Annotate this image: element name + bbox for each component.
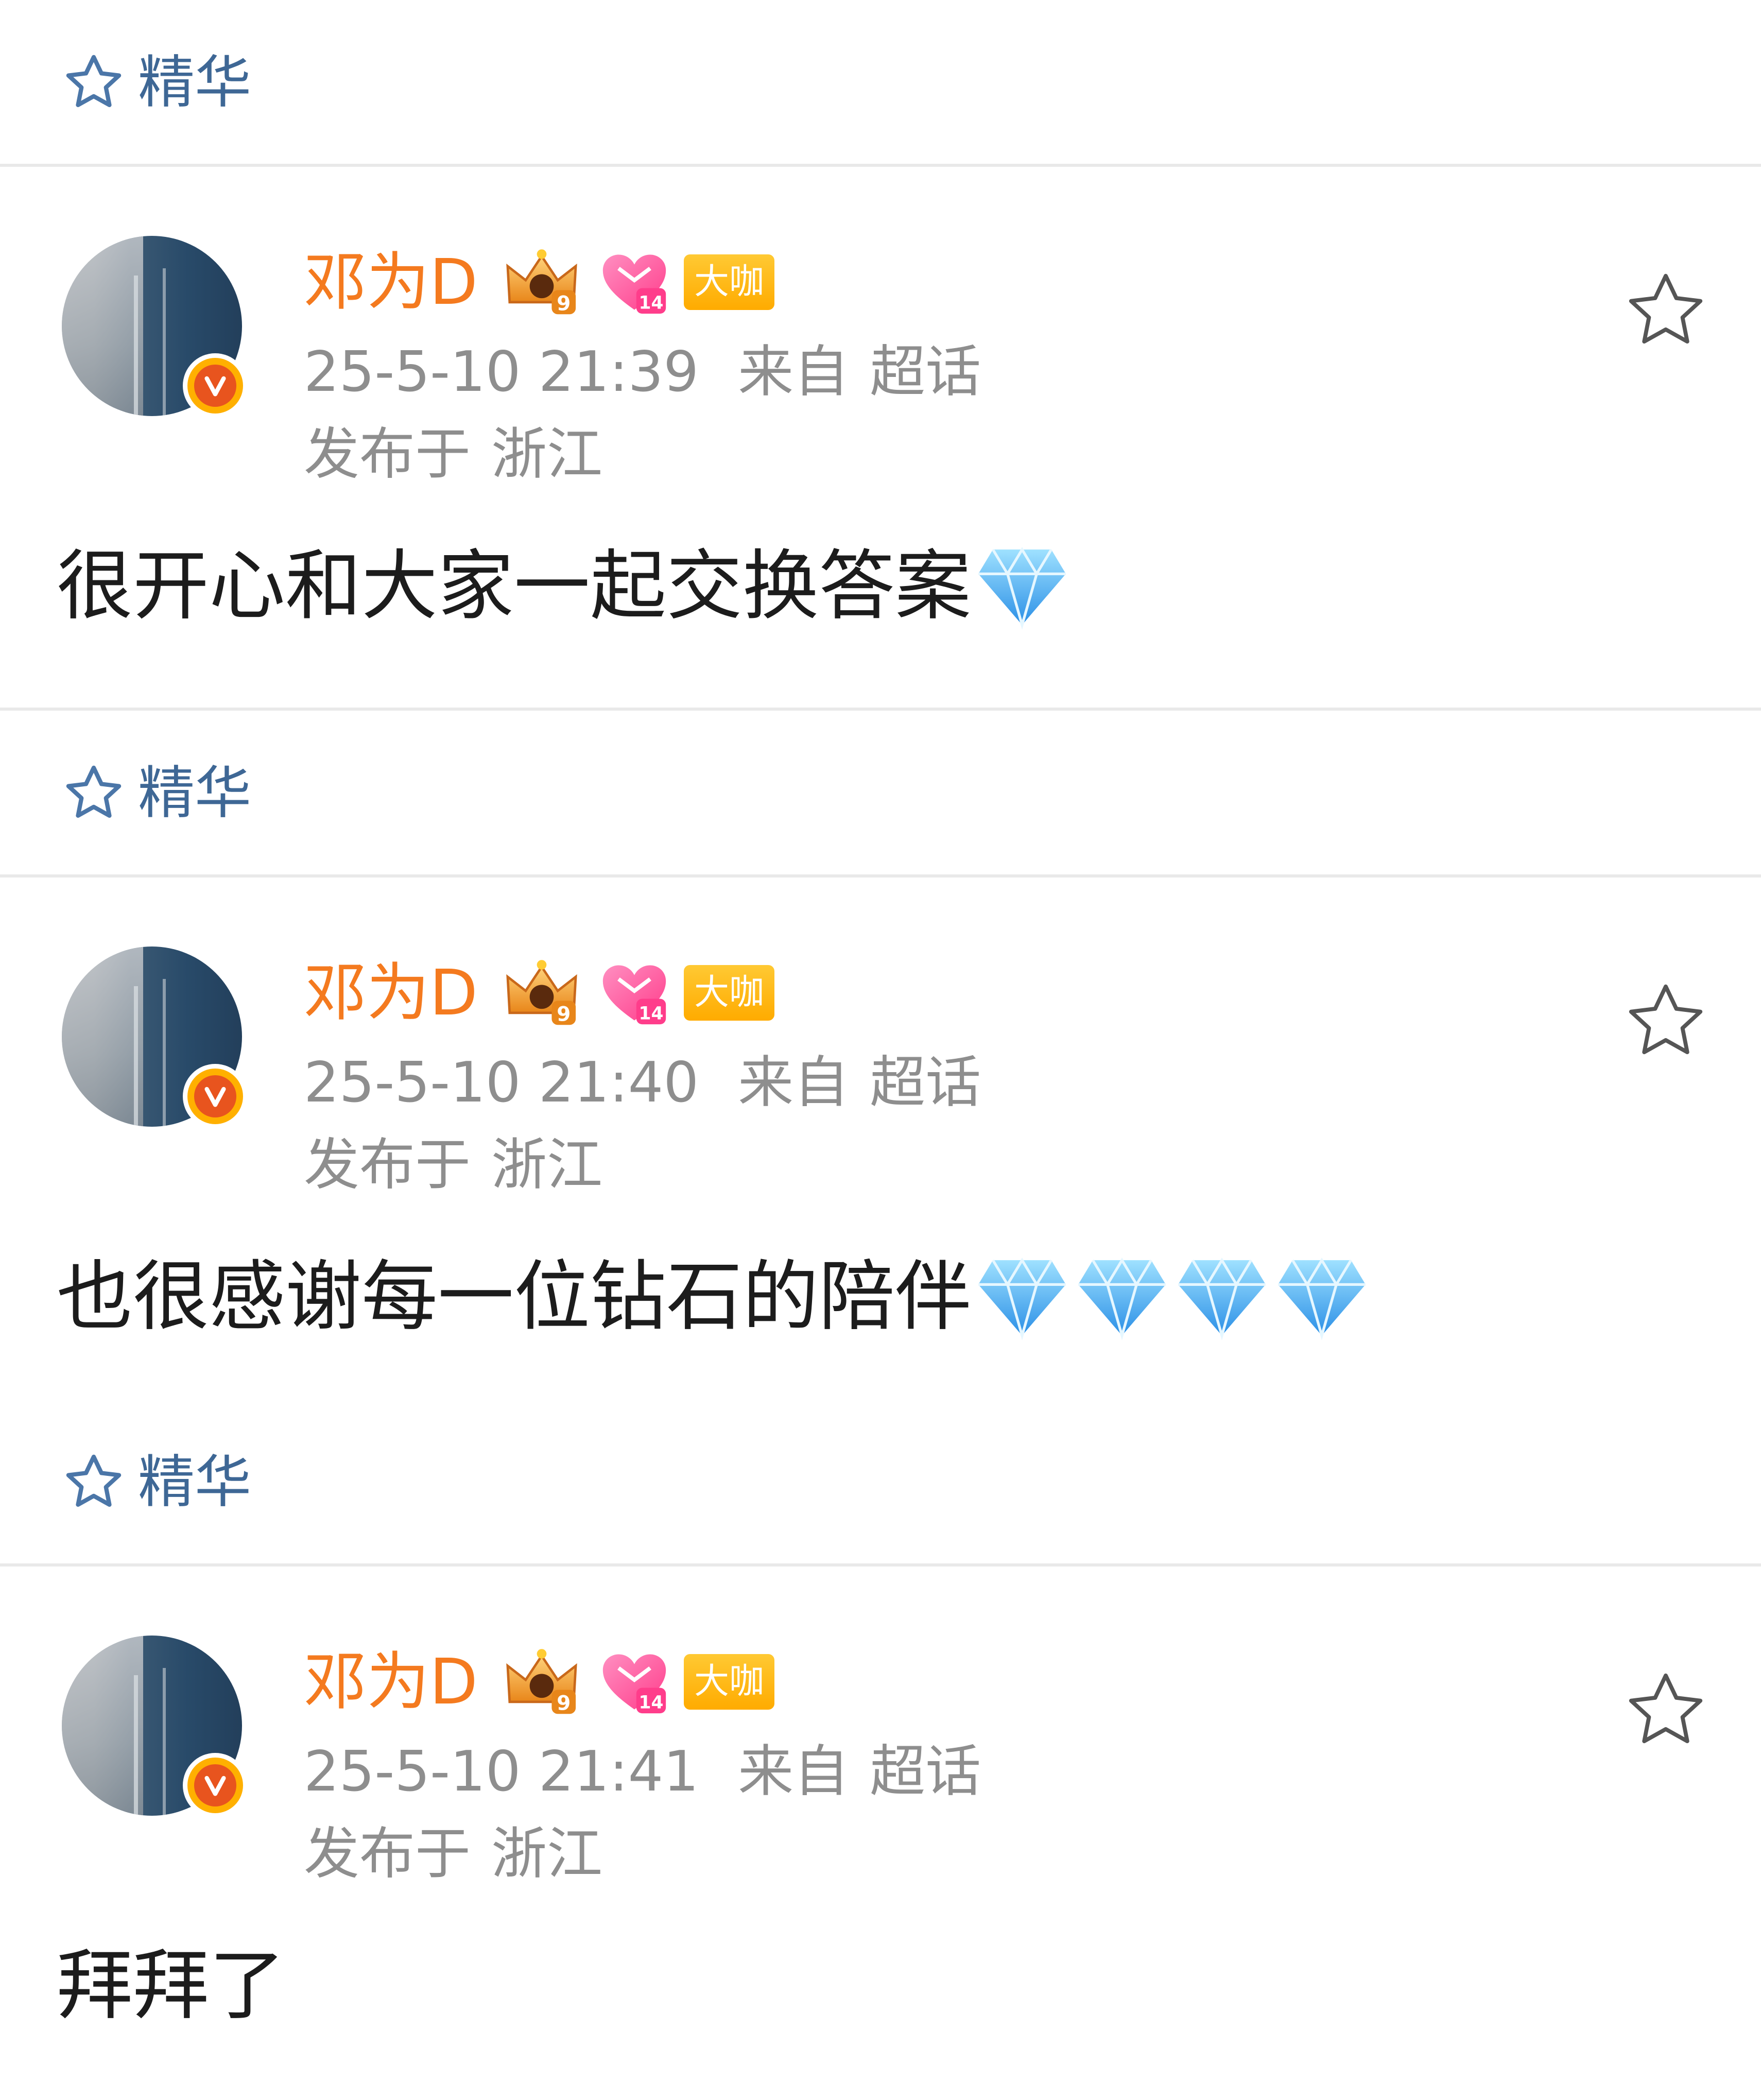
vip-tag-badge: 大咖 (683, 965, 774, 1021)
divider (0, 708, 1761, 711)
source-prefix: 来自 (738, 340, 850, 404)
source-prefix: 来自 (738, 1051, 850, 1115)
favorite-star-icon[interactable] (1622, 977, 1710, 1065)
divider (0, 164, 1761, 167)
crown-level-text: 9 (557, 292, 571, 315)
location-value: 浙江 (491, 422, 603, 487)
diamond-emoji-icon (978, 547, 1066, 630)
heart-level-icon: 14 (602, 965, 666, 1025)
diamond-emoji-icon (1078, 1258, 1166, 1340)
post-text: 也很感谢每一位钻石的陪伴 (57, 1252, 971, 1341)
diamond-emoji-icon (978, 1258, 1066, 1340)
post-location: 发布于 浙江 (304, 1132, 602, 1199)
heart-level-text: 14 (639, 293, 664, 314)
post-content: 也很感谢每一位钻石的陪伴 (57, 1250, 1371, 1343)
post-time: 25-5-10 21:41 (304, 1740, 699, 1804)
source-name: 超话 (870, 1740, 981, 1804)
source-prefix: 来自 (738, 1740, 850, 1804)
divider (0, 874, 1761, 877)
username[interactable]: 邓为D (304, 957, 478, 1029)
location-value: 浙江 (491, 1822, 603, 1886)
heart-level-text: 14 (639, 1693, 664, 1713)
vip-tag-badge: 大咖 (683, 1654, 774, 1710)
heart-level-icon: 14 (602, 1654, 666, 1714)
crown-level-icon: 9 (506, 1649, 577, 1715)
post-text: 很开心和大家一起交换答案 (57, 542, 971, 630)
post-time: 25-5-10 21:40 (304, 1051, 699, 1115)
post-location: 发布于 浙江 (304, 421, 602, 488)
heart-level-icon: 14 (602, 254, 666, 314)
verified-v-icon (183, 1753, 248, 1818)
post-meta: 25-5-10 21:39 来自 超话 (304, 339, 981, 406)
essence-row[interactable]: 精华 (0, 1441, 1761, 1523)
favorite-star-icon[interactable] (1622, 267, 1710, 354)
crown-level-icon: 9 (506, 249, 577, 315)
username[interactable]: 邓为D (304, 246, 478, 318)
star-outline-icon (62, 761, 126, 825)
location-prefix: 发布于 (304, 1133, 471, 1197)
divider (0, 1563, 1761, 1567)
essence-row[interactable]: 精华 (0, 41, 1761, 124)
post-text: 拜拜了 (57, 1941, 285, 2030)
location-prefix: 发布于 (304, 422, 471, 487)
post-meta: 25-5-10 21:41 来自 超话 (304, 1738, 981, 1805)
star-outline-icon (62, 50, 126, 114)
verified-v-icon (183, 353, 248, 418)
source-name: 超话 (870, 340, 981, 404)
username[interactable]: 邓为D (304, 1646, 478, 1718)
post-meta: 25-5-10 21:40 来自 超话 (304, 1049, 981, 1116)
favorite-star-icon[interactable] (1622, 1666, 1710, 1754)
diamond-emoji-icon (1278, 1258, 1366, 1340)
star-outline-icon (62, 1450, 126, 1514)
heart-level-text: 14 (639, 1004, 664, 1024)
diamond-emoji-icon (1178, 1258, 1266, 1340)
location-value: 浙江 (491, 1133, 603, 1197)
verified-v-icon (183, 1064, 248, 1129)
location-prefix: 发布于 (304, 1822, 471, 1886)
source-name: 超话 (870, 1051, 981, 1115)
essence-label: 精华 (138, 760, 251, 826)
post-time: 25-5-10 21:39 (304, 340, 699, 404)
post-content: 拜拜了 (57, 1939, 285, 2032)
essence-label: 精华 (138, 49, 251, 115)
crown-level-text: 9 (557, 1003, 571, 1026)
essence-label: 精华 (138, 1449, 251, 1515)
post-location: 发布于 浙江 (304, 1821, 602, 1888)
crown-level-text: 9 (557, 1692, 571, 1715)
post-content: 很开心和大家一起交换答案 (57, 540, 1071, 632)
essence-row[interactable]: 精华 (0, 752, 1761, 834)
vip-tag-badge: 大咖 (683, 254, 774, 310)
crown-level-icon: 9 (506, 960, 577, 1026)
